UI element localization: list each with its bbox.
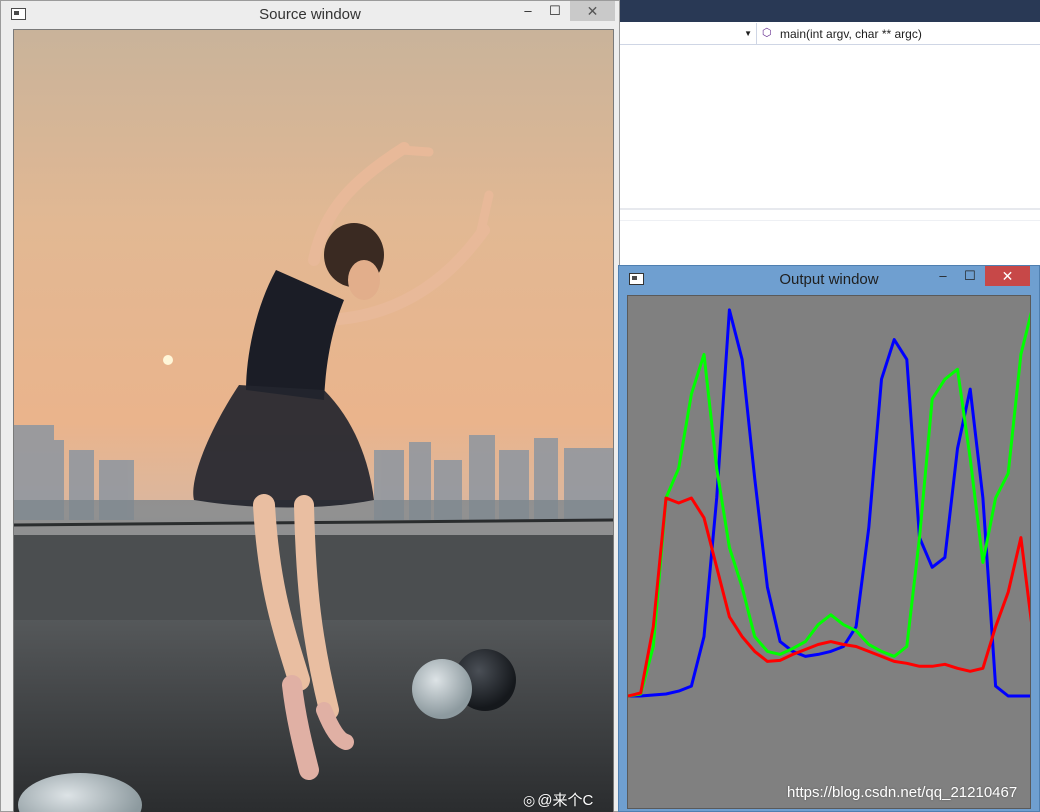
maximize-button[interactable]: ☐	[543, 1, 567, 21]
source-window-titlebar[interactable]: Source window – ☐ ✕	[1, 1, 619, 29]
red-channel-line	[628, 496, 1030, 698]
histogram-chart	[627, 295, 1031, 809]
watermark-text: @来个C	[537, 792, 594, 809]
chevron-down-icon[interactable]: ▼	[744, 29, 752, 38]
weibo-watermark: ◎ @来个C	[523, 789, 593, 810]
code-editor[interactable]	[620, 46, 1040, 266]
ide-title-bar	[612, 0, 1040, 22]
source-image	[13, 29, 614, 812]
histogram-svg	[628, 308, 1030, 698]
source-window[interactable]: Source window – ☐ ✕ ◎ @来个C	[0, 0, 620, 812]
editor-divider	[620, 220, 1040, 221]
ballerina-photo	[14, 30, 613, 812]
blue-channel-line	[628, 308, 1030, 698]
close-button[interactable]: ✕	[985, 266, 1030, 286]
output-window[interactable]: Output window – ☐ ✕	[618, 265, 1040, 812]
green-channel-line	[628, 311, 1030, 698]
close-button[interactable]: ✕	[570, 1, 615, 21]
function-icon: ⬡	[762, 27, 772, 39]
weibo-icon: ◎	[523, 792, 536, 808]
scope-dropdown[interactable]: ▼	[620, 23, 757, 45]
output-window-titlebar[interactable]: Output window – ☐ ✕	[619, 266, 1039, 294]
ide-navigation-bar: ▼ ⬡ main(int argv, char ** argc)	[620, 23, 1040, 45]
minimize-button[interactable]: –	[931, 266, 955, 286]
member-dropdown[interactable]: ⬡ main(int argv, char ** argc)	[759, 23, 1040, 45]
maximize-button[interactable]: ☐	[958, 266, 982, 286]
minimize-button[interactable]: –	[516, 1, 540, 21]
url-watermark: https://blog.csdn.net/qq_21210467	[787, 784, 1018, 801]
member-dropdown-value: main(int argv, char ** argc)	[780, 27, 922, 41]
editor-divider	[620, 208, 1040, 210]
